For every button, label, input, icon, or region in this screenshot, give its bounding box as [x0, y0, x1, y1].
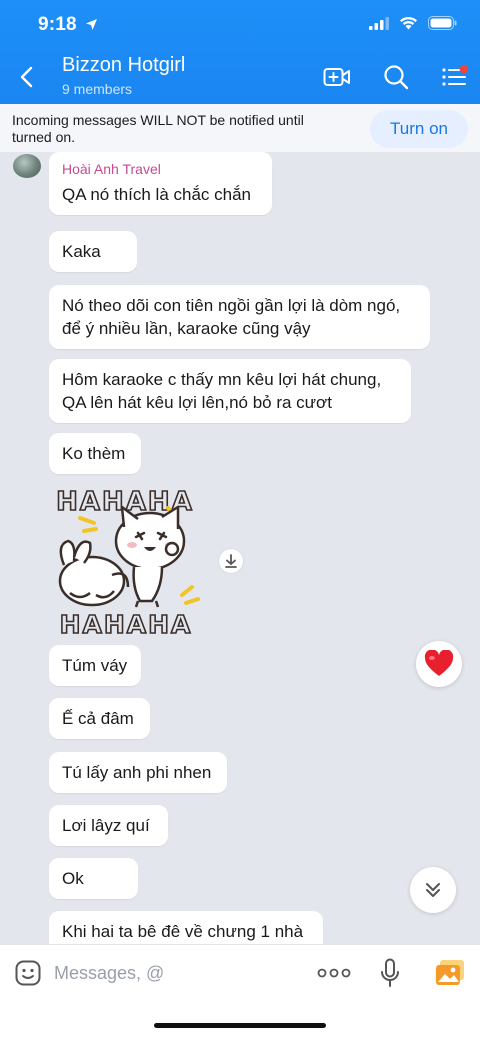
download-icon — [225, 554, 237, 568]
download-button[interactable] — [218, 548, 244, 574]
menu-button[interactable] — [440, 62, 470, 92]
more-options-button[interactable] — [316, 963, 352, 983]
notification-text: Incoming messages WILL NOT be notified u… — [12, 112, 304, 145]
notification-dot — [459, 64, 469, 74]
image-picker-button[interactable] — [435, 958, 465, 988]
message-bubble[interactable]: Ko thèm — [49, 433, 141, 474]
message-text: Tú lấy anh phi nhen — [62, 763, 212, 782]
voice-message-button[interactable] — [376, 957, 404, 989]
message-bubble[interactable]: Hôm karaoke c thấy mn kêu lợi hát chung,… — [49, 359, 411, 423]
heart-icon — [424, 650, 454, 676]
emoji-button[interactable] — [14, 959, 42, 987]
heart-reaction-button[interactable] — [416, 641, 462, 687]
svg-text:HAHAHA: HAHAHA — [60, 610, 193, 638]
sticker-image[interactable]: HAHAHA HAHAHA — [50, 483, 200, 640]
message-text: Hôm karaoke c thấy mn kêu lợi hát chung,… — [62, 370, 382, 412]
chat-header: 9:18 Bizzon Hotgirl 9 members — [0, 0, 480, 104]
back-button[interactable] — [12, 62, 40, 92]
notification-banner: Incoming messages WILL NOT be notified u… — [0, 104, 480, 152]
message-text: Túm váy — [62, 656, 128, 675]
sender-name[interactable]: Hoài Anh Travel — [62, 161, 259, 177]
turn-on-button[interactable]: Turn on — [370, 110, 468, 148]
message-input[interactable] — [54, 959, 294, 987]
video-call-button[interactable] — [322, 62, 352, 92]
message-text: Kaka — [62, 242, 101, 261]
member-count[interactable]: 9 members — [62, 81, 132, 97]
message-bubble[interactable]: Hoài Anh Travel QA nó thích là chắc chắn — [49, 152, 272, 215]
signal-icon — [369, 16, 389, 30]
message-text: Khi hai ta bê đê về chưng 1 nhà — [62, 922, 304, 941]
search-button[interactable] — [381, 62, 411, 92]
message-bubble[interactable]: Ế cả đâm — [49, 698, 150, 739]
status-icons — [369, 16, 458, 30]
message-bubble[interactable]: Túm váy — [49, 645, 141, 686]
message-text: Nó theo dõi con tiên ngồi gần lợi là dòm… — [62, 296, 401, 338]
home-indicator[interactable] — [154, 1023, 326, 1028]
video-call-icon — [323, 68, 350, 86]
location-arrow-icon — [86, 19, 98, 30]
photo-gallery-icon — [436, 960, 464, 985]
more-dots-icon — [317, 968, 351, 978]
message-bubble[interactable]: Lơi lâyz quí — [49, 805, 168, 846]
wifi-icon — [400, 17, 417, 30]
double-chevron-down-icon — [426, 883, 440, 897]
message-text: Ko thèm — [62, 444, 126, 463]
message-text: Ok — [62, 869, 84, 888]
sticker-smile-icon — [15, 960, 41, 986]
battery-icon — [428, 16, 457, 30]
message-bubble[interactable]: Ok — [49, 858, 138, 899]
scroll-to-bottom-button[interactable] — [410, 867, 456, 913]
message-text: Ế cả đâm — [62, 709, 134, 728]
message-text: QA nó thích là chắc chắn — [62, 185, 252, 204]
message-bubble[interactable]: Kaka — [49, 231, 137, 272]
message-text: Lơi lâyz quí — [62, 816, 150, 835]
avatar[interactable] — [13, 154, 41, 178]
microphone-icon — [381, 958, 399, 987]
back-chevron-icon — [20, 66, 33, 88]
message-bubble[interactable]: Nó theo dõi con tiên ngồi gần lợi là dòm… — [49, 285, 430, 349]
group-title[interactable]: Bizzon Hotgirl — [62, 54, 185, 77]
status-time: 9:18 — [38, 14, 98, 36]
menu-list-icon — [442, 64, 469, 86]
message-bubble[interactable]: Tú lấy anh phi nhen — [49, 752, 227, 793]
search-icon — [384, 65, 409, 90]
